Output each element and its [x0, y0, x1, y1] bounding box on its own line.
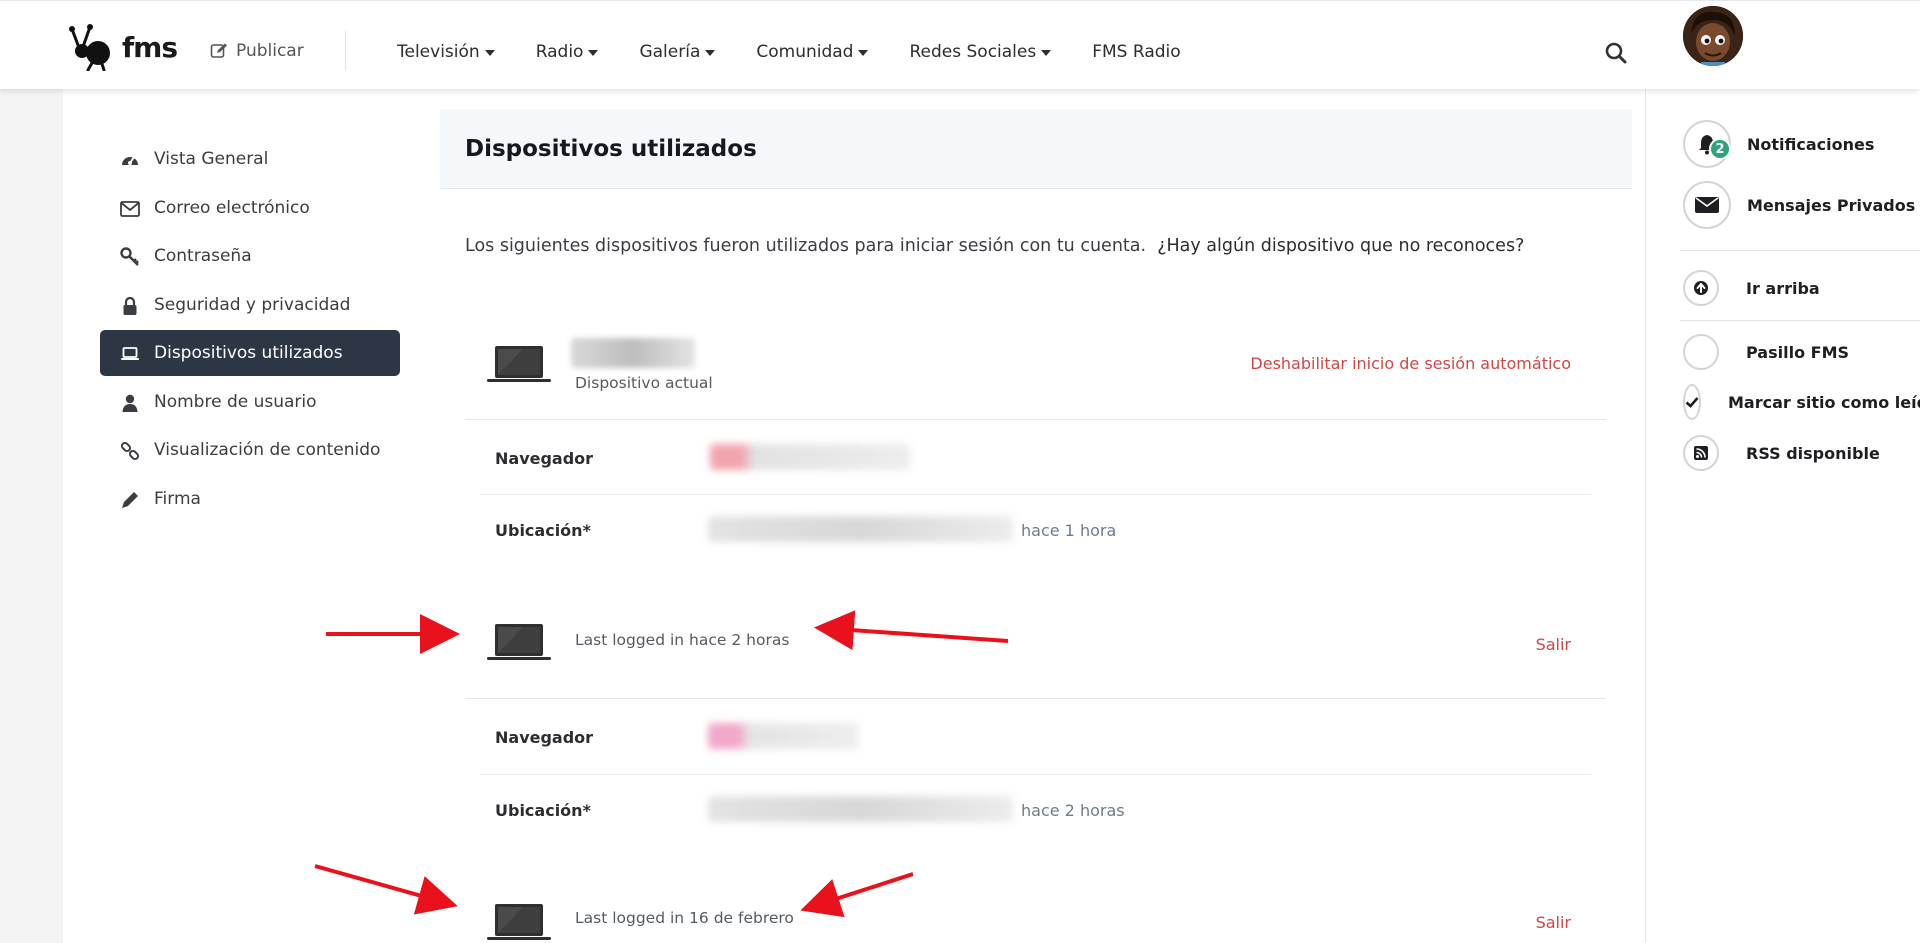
publish-button[interactable]: Publicar — [210, 41, 304, 61]
search-icon — [1605, 42, 1627, 64]
user-avatar[interactable] — [1681, 4, 1745, 68]
private-messages-button[interactable]: Mensajes Privados — [1683, 181, 1915, 229]
header-divider — [345, 31, 346, 71]
envelope-icon — [120, 200, 140, 217]
publish-label: Publicar — [236, 41, 304, 61]
check-icon — [1685, 397, 1699, 408]
pencil-icon — [122, 491, 138, 508]
laptop-icon — [487, 624, 551, 660]
laptop-icon — [121, 347, 139, 360]
avatar-image — [1683, 6, 1743, 66]
scroll-top-label: Ir arriba — [1746, 278, 1820, 298]
top-header: fms Publicar Televisión Radio Galería Co… — [0, 0, 1920, 89]
caret-down-icon — [1041, 50, 1052, 56]
divider — [480, 494, 1591, 495]
disable-autologin-link[interactable]: Deshabilitar inicio de sesión automático — [1250, 354, 1571, 373]
scroll-top-button[interactable]: Ir arriba — [1683, 270, 1820, 306]
device-row-current: Dispositivo actual Deshabilitar inicio d… — [465, 330, 1606, 420]
rail-divider — [1680, 320, 1920, 321]
rss-icon — [1694, 446, 1708, 460]
pasillo-fms-button[interactable]: Pasillo FMS — [1683, 334, 1849, 370]
caret-down-icon — [705, 50, 716, 56]
nav-item-redes-sociales[interactable]: Redes Sociales — [909, 42, 1052, 62]
notifications-badge: 2 — [1709, 138, 1731, 160]
sidebar-item-nombre-usuario[interactable]: Nombre de usuario — [100, 379, 400, 425]
page-title: Dispositivos utilizados — [465, 136, 757, 162]
device-status: Last logged in 16 de febrero — [575, 909, 794, 927]
messages-circle — [1683, 181, 1731, 229]
laptop-icon — [487, 904, 551, 940]
main-nav: Televisión Radio Galería Comunidad Redes… — [397, 42, 1222, 62]
logout-link[interactable]: Salir — [1536, 635, 1571, 654]
messages-label: Mensajes Privados — [1747, 195, 1916, 215]
unrecognized-device-link[interactable]: ¿Hay algún dispositivo que no reconoces? — [1157, 236, 1524, 256]
sidebar-item-seguridad[interactable]: Seguridad y privacidad — [100, 282, 400, 328]
sidebar-item-contrasena[interactable]: Contraseña — [100, 233, 400, 279]
divider — [465, 419, 1606, 420]
logo-text: fms — [122, 30, 178, 64]
rail-divider — [1680, 250, 1920, 251]
link-icon — [120, 441, 140, 461]
logout-link[interactable]: Salir — [1536, 913, 1571, 932]
dashboard-icon — [122, 156, 138, 165]
search-button[interactable] — [1605, 42, 1629, 66]
sidebar-item-vista-general[interactable]: Vista General — [100, 136, 400, 182]
key-icon — [120, 247, 139, 266]
mark-read-button[interactable]: Marcar sitio como leído — [1683, 384, 1920, 420]
rss-label: RSS disponible — [1746, 443, 1880, 463]
sidebar-item-dispositivos[interactable]: Dispositivos utilizados — [100, 330, 400, 376]
mark-read-circle — [1683, 384, 1701, 420]
arrow-up-circle-icon — [1694, 281, 1708, 295]
divider — [480, 774, 1591, 775]
location-value-redacted — [708, 796, 1013, 822]
nav-item-galeria[interactable]: Galería — [639, 42, 716, 62]
location-time: hace 1 hora — [1021, 521, 1117, 540]
nav-item-comunidad[interactable]: Comunidad — [756, 42, 869, 62]
device-row-3: Last logged in 16 de febrero Salir — [465, 888, 1606, 943]
nav-item-radio[interactable]: Radio — [536, 42, 599, 62]
scroll-top-circle — [1683, 270, 1719, 306]
notifications-label: Notificaciones — [1747, 134, 1875, 154]
sidebar-item-firma[interactable]: Firma — [100, 476, 400, 522]
sidebar-item-visualizacion[interactable]: Visualización de contenido — [100, 427, 400, 473]
caret-down-icon — [588, 50, 599, 56]
laptop-icon — [487, 346, 551, 382]
ant-logo-icon — [69, 24, 110, 71]
location-time: hace 2 horas — [1021, 801, 1125, 820]
pasillo-circle — [1683, 334, 1719, 370]
mark-read-label: Marcar sitio como leído — [1728, 392, 1920, 412]
notifications-button[interactable]: 2 Notificaciones — [1683, 120, 1874, 168]
edit-icon — [210, 43, 227, 58]
rss-button[interactable]: RSS disponible — [1683, 435, 1880, 471]
browser-label: Navegador — [495, 449, 594, 468]
caret-down-icon — [858, 50, 869, 56]
notifications-circle: 2 — [1683, 120, 1731, 168]
pasillo-label: Pasillo FMS — [1746, 342, 1850, 362]
location-value-redacted — [708, 516, 1013, 542]
rss-circle — [1683, 435, 1719, 471]
device-name-redacted — [571, 338, 695, 368]
device-row-2: Last logged in hace 2 horas Salir — [465, 610, 1606, 700]
browser-value-redacted — [710, 444, 910, 470]
device-status: Dispositivo actual — [575, 374, 713, 392]
location-label: Ubicación* — [495, 521, 591, 540]
nav-item-television[interactable]: Televisión — [397, 42, 495, 62]
nav-item-fms-radio[interactable]: FMS Radio — [1092, 42, 1180, 62]
settings-sidebar: Vista General Correo electrónico Contras… — [100, 136, 400, 524]
device-status: Last logged in hace 2 horas — [575, 631, 790, 649]
browser-value-redacted — [708, 723, 858, 749]
location-label: Ubicación* — [495, 801, 591, 820]
lock-icon — [123, 296, 137, 315]
intro-text: Los siguientes dispositivos fueron utili… — [465, 236, 1525, 256]
content-header: Dispositivos utilizados — [440, 109, 1632, 189]
user-icon — [122, 394, 138, 412]
envelope-icon — [1695, 197, 1719, 213]
sidebar-item-correo[interactable]: Correo electrónico — [100, 185, 400, 231]
caret-down-icon — [484, 50, 495, 56]
browser-label: Navegador — [495, 728, 594, 747]
site-logo[interactable]: fms — [68, 23, 178, 71]
divider — [465, 698, 1606, 699]
